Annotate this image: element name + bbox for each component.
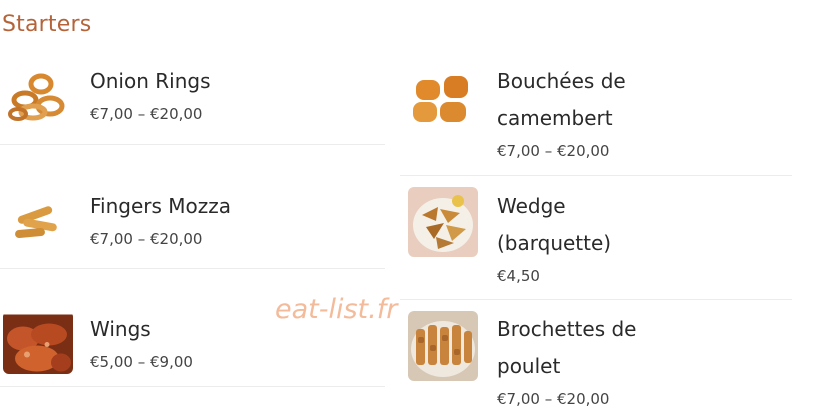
potato-wedges-image[interactable] [408, 187, 478, 257]
item-name-line-2[interactable]: poulet [497, 348, 560, 385]
menu-item-brochettes-de-poulet[interactable]: Brochettes de poulet €7,00 – €20,00 [408, 311, 793, 415]
item-name[interactable]: Wings [90, 311, 151, 348]
item-name-line-1[interactable]: Brochettes de [497, 311, 636, 348]
divider [400, 175, 792, 176]
camembert-bites-image[interactable] [408, 62, 478, 132]
section-title: Starters [2, 12, 92, 37]
item-price: €7,00 – €20,00 [90, 230, 203, 248]
divider [0, 386, 385, 387]
chicken-skewers-image[interactable] [408, 311, 478, 381]
item-price: €7,00 – €20,00 [497, 390, 610, 408]
menu-item-wedge-barquette[interactable]: Wedge (barquette) €4,50 [408, 187, 793, 295]
item-name-line-2[interactable]: (barquette) [497, 225, 611, 262]
chicken-wings-image[interactable] [3, 311, 73, 374]
item-name-line-1[interactable]: Bouchées de [497, 63, 626, 100]
item-price: €4,50 [497, 267, 540, 285]
menu-item-bouchees-de-camembert[interactable]: Bouchées de camembert €7,00 – €20,00 [408, 62, 793, 170]
item-price: €5,00 – €9,00 [90, 353, 193, 371]
mozzarella-sticks-image[interactable] [3, 187, 73, 257]
item-price: €7,00 – €20,00 [497, 142, 610, 160]
watermark: eat-list.fr [275, 294, 398, 325]
menu-item-fingers-mozza[interactable]: Fingers Mozza €7,00 – €20,00 [0, 187, 385, 269]
divider [400, 299, 792, 300]
item-name-line-2[interactable]: camembert [497, 100, 613, 137]
item-name[interactable]: Onion Rings [90, 63, 211, 100]
item-price: €7,00 – €20,00 [90, 105, 203, 123]
item-name-line-1[interactable]: Wedge [497, 188, 566, 225]
onion-rings-image[interactable] [3, 62, 73, 132]
divider [0, 144, 385, 145]
divider [0, 268, 385, 269]
menu-item-onion-rings[interactable]: Onion Rings €7,00 – €20,00 [0, 62, 385, 144]
item-name[interactable]: Fingers Mozza [90, 188, 231, 225]
